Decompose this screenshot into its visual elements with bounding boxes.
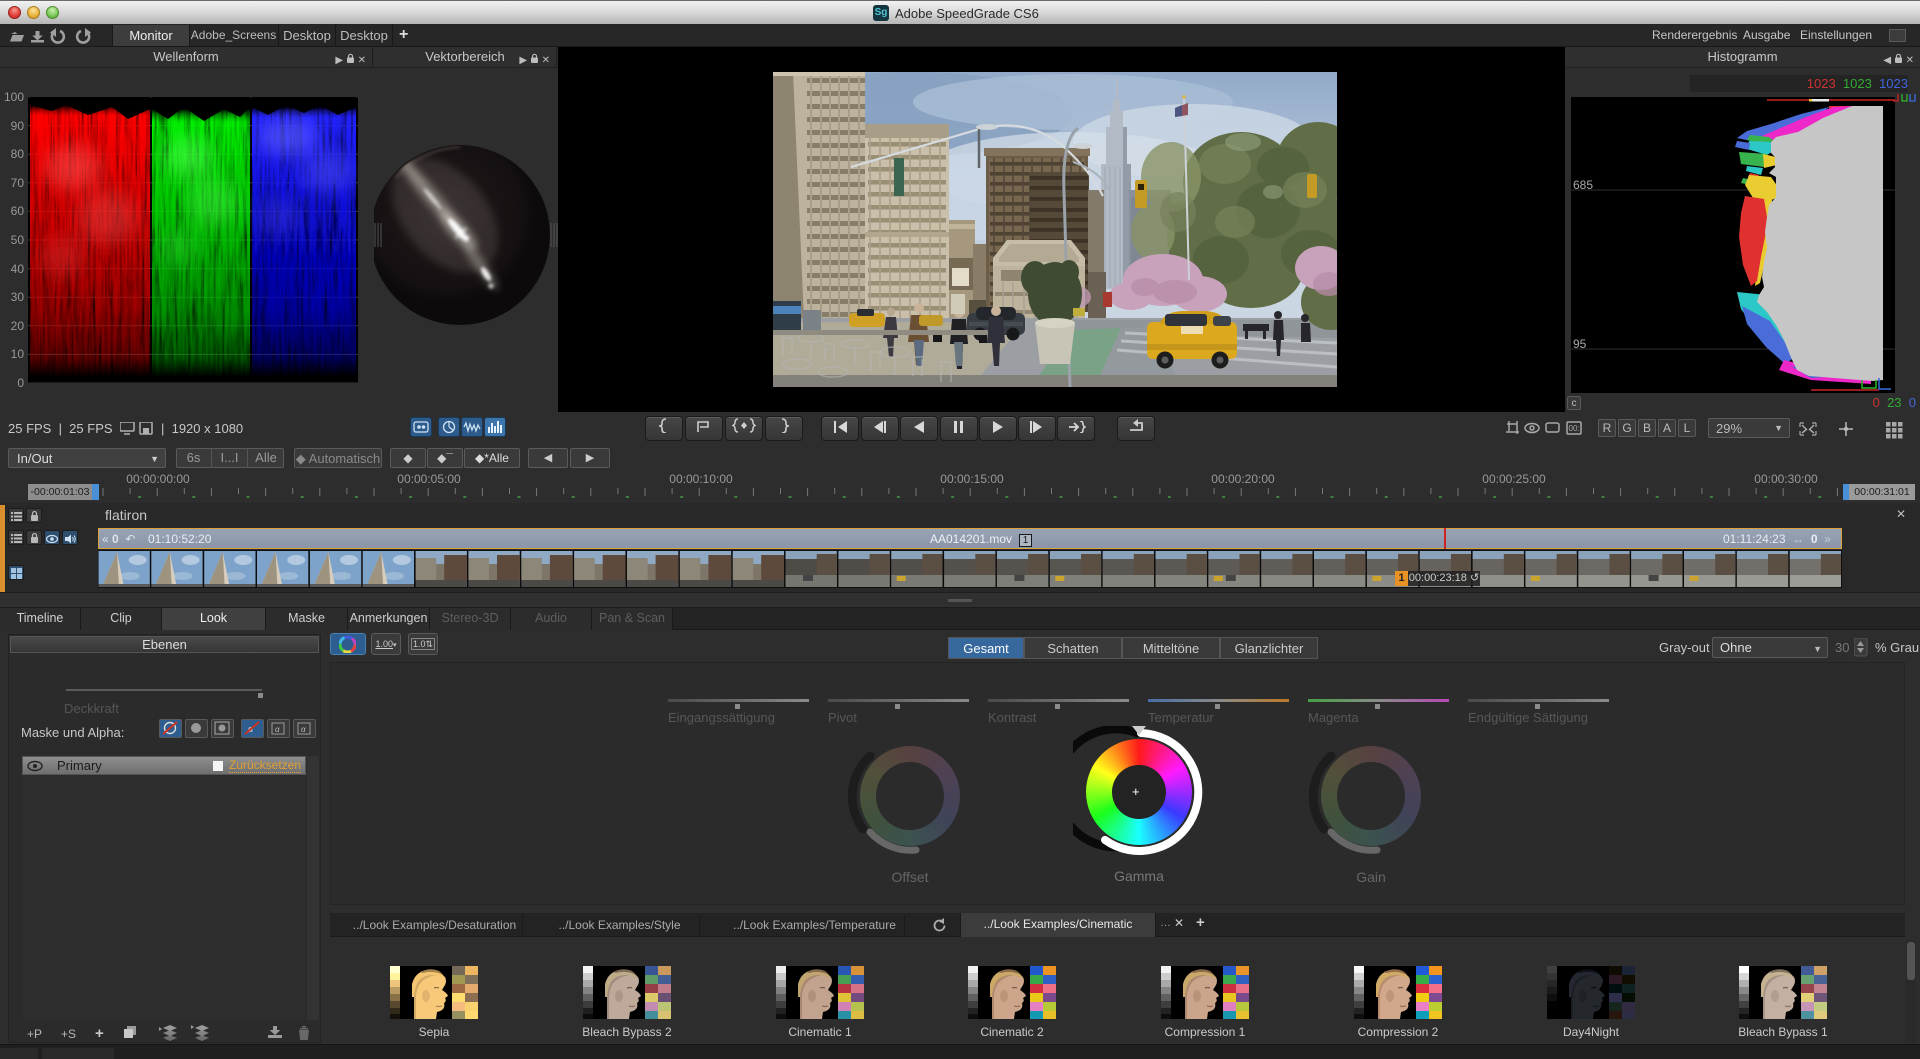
svg-text:α: α — [301, 725, 306, 734]
svg-text:α: α — [275, 725, 280, 734]
svg-text:00:: 00: — [1569, 424, 1580, 433]
